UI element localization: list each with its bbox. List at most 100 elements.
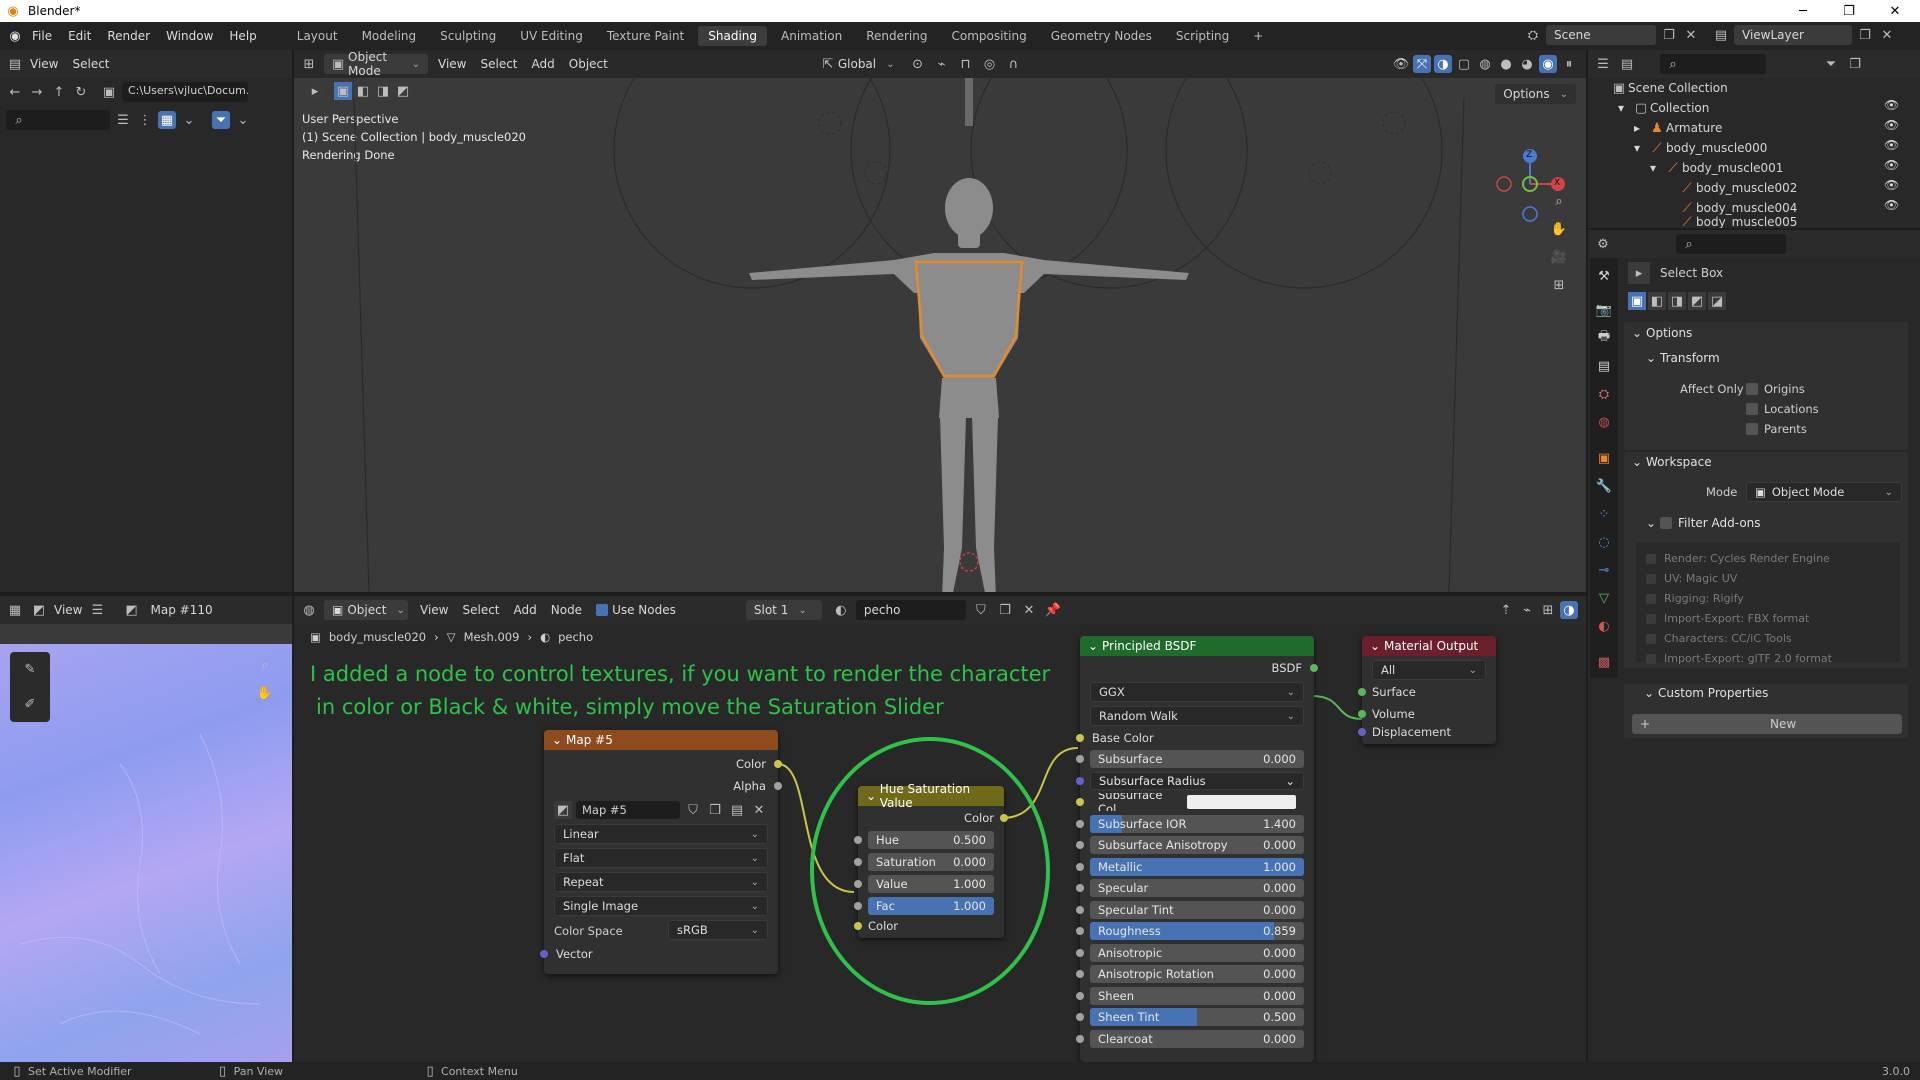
- new-scene-icon[interactable]: ❐: [1660, 26, 1678, 44]
- wireframe-shading-icon[interactable]: ◍: [1476, 55, 1494, 73]
- collapse-icon[interactable]: ⌄: [552, 733, 566, 747]
- bsdf-input-field[interactable]: Specular Tint 0.000: [1090, 900, 1304, 919]
- outliner-item-body-muscle005[interactable]: ⟋ body_muscle005: [1588, 216, 1920, 228]
- image-mode-icon[interactable]: ◩: [30, 601, 48, 619]
- vector-input-socket[interactable]: [540, 950, 548, 958]
- new-property-button[interactable]: + New: [1632, 714, 1902, 734]
- principled-bsdf-node[interactable]: ⌄Principled BSDF BSDF GGX Random Walk Ba…: [1076, 636, 1318, 1062]
- camera-icon[interactable]: 🎥: [1550, 248, 1568, 266]
- bsdf-input-socket[interactable]: [1076, 862, 1084, 871]
- workspace-mode-select[interactable]: ▣ Object Mode: [1746, 482, 1902, 502]
- bsdf-input-field[interactable]: Clearcoat 0.000: [1090, 1029, 1304, 1048]
- material-shading-icon[interactable]: ◕: [1518, 55, 1536, 73]
- data-tab-icon[interactable]: ▽: [1594, 588, 1614, 608]
- bsdf-input-field[interactable]: Anisotropic 0.000: [1090, 943, 1304, 962]
- bsdf-input-field[interactable]: Roughness 0.859: [1090, 922, 1304, 940]
- bsdf-input-field[interactable]: Subsurface Radius ⌄: [1090, 771, 1304, 790]
- tab-rendering[interactable]: Rendering: [856, 26, 937, 46]
- addon-item[interactable]: UV: Magic UV: [1646, 572, 1737, 585]
- expand-arrow-icon[interactable]: ▾: [1618, 101, 1632, 115]
- options-section-header[interactable]: ⌄ Options: [1632, 326, 1692, 340]
- editor-type-icon[interactable]: ⚙: [1594, 235, 1612, 253]
- scene-selector[interactable]: Scene: [1546, 25, 1656, 45]
- close-button[interactable]: ✕: [1872, 0, 1918, 22]
- bsdf-input-field[interactable]: Subsurface Col...: [1090, 793, 1304, 811]
- texture-tab-icon[interactable]: ▩: [1594, 652, 1614, 672]
- select-intersect-icon[interactable]: ◪: [1708, 292, 1726, 310]
- alpha-output-socket[interactable]: [774, 782, 782, 790]
- material-output-node[interactable]: ⌄Material Output All Surface Volume Disp…: [1358, 636, 1496, 744]
- world-tab-icon[interactable]: ◍: [1594, 412, 1614, 432]
- subsurface-method-select[interactable]: Random Walk: [1090, 706, 1304, 726]
- forward-icon[interactable]: →: [28, 83, 46, 101]
- new-folder-icon[interactable]: ▣: [100, 83, 118, 101]
- open-image-icon[interactable]: ▤: [728, 801, 746, 819]
- outliner-search-input[interactable]: ⌕: [1660, 54, 1766, 74]
- short-list-icon[interactable]: ⋮: [136, 111, 154, 129]
- view-layer-selector[interactable]: ViewLayer: [1734, 25, 1852, 45]
- eye-icon[interactable]: 👁: [1884, 198, 1899, 218]
- editor-type-icon[interactable]: ▦: [6, 601, 24, 619]
- bsdf-input-socket[interactable]: [1076, 841, 1084, 849]
- filter-addons-header[interactable]: ⌄ Filter Add-ons: [1646, 516, 1761, 530]
- outliner-item-body-muscle000[interactable]: ▾ ⟋ body_muscle000: [1588, 138, 1920, 158]
- tab-shading[interactable]: Shading: [698, 26, 767, 46]
- physics-tab-icon[interactable]: ◌: [1594, 532, 1614, 552]
- addon-checkbox[interactable]: [1646, 613, 1656, 624]
- fac-input-socket[interactable]: [854, 902, 862, 910]
- bsdf-output-socket[interactable]: [1310, 664, 1318, 672]
- bsdf-input-socket[interactable]: [1076, 905, 1084, 914]
- select-invert-icon[interactable]: ◩: [1688, 292, 1706, 310]
- affect-parents-checkbox[interactable]: Parents: [1746, 422, 1807, 436]
- image-browse-icon[interactable]: ◩: [122, 601, 140, 619]
- addon-checkbox[interactable]: [1646, 653, 1656, 664]
- display-dropdown-icon[interactable]: ⌄: [180, 111, 198, 129]
- parent-dir-icon[interactable]: ↑: [50, 83, 68, 101]
- select-subtract-icon[interactable]: ◨: [1668, 292, 1686, 310]
- hamburger-menu-icon[interactable]: ☰: [88, 601, 106, 619]
- outliner-root[interactable]: ▣ Scene Collection: [1588, 78, 1920, 98]
- bsdf-input-field[interactable]: Subsurface Anisotropy 0.000: [1090, 836, 1304, 854]
- color-output-socket[interactable]: [774, 760, 782, 768]
- checkbox-box[interactable]: [1746, 403, 1758, 415]
- pan-hand-icon[interactable]: ✋: [1550, 220, 1568, 238]
- bsdf-input-field[interactable]: Sheen 0.000: [1090, 986, 1304, 1005]
- path-field[interactable]: C:\Users\vjluc\Docum...: [122, 82, 248, 102]
- bsdf-input-socket[interactable]: [1076, 991, 1084, 1000]
- scene-tab-icon[interactable]: ⛭: [1594, 384, 1614, 404]
- tab-compositing[interactable]: Compositing: [941, 26, 1036, 46]
- color-swatch[interactable]: [1186, 795, 1296, 809]
- tab-animation[interactable]: Animation: [771, 26, 852, 46]
- output-tab-icon[interactable]: 🖶: [1594, 328, 1614, 348]
- file-search-input[interactable]: ⌕: [6, 110, 110, 130]
- hue-saturation-value-node[interactable]: ⌄ Hue Saturation Value Color Hue 0.500 Sat…: [854, 782, 1008, 938]
- blender-menu-icon[interactable]: ◉: [6, 27, 24, 45]
- addon-checkbox[interactable]: [1646, 593, 1656, 604]
- custom-properties-header[interactable]: ⌄ Custom Properties: [1644, 686, 1768, 700]
- source-select[interactable]: Single Image: [554, 896, 768, 916]
- menu-file[interactable]: File: [24, 29, 60, 43]
- affect-locations-checkbox[interactable]: Locations: [1746, 402, 1819, 416]
- image-name-field[interactable]: Map #5: [576, 801, 680, 819]
- collapse-icon[interactable]: ⌄: [866, 789, 880, 803]
- editor-type-icon[interactable]: ▤: [6, 55, 24, 73]
- gizmo-icon[interactable]: ⤧: [1413, 55, 1431, 73]
- 3d-viewport[interactable]: ⊞ ▣Object Mode View Select Add Object ⇱G…: [294, 50, 1586, 592]
- thumbnail-view-icon[interactable]: ▦: [158, 111, 176, 129]
- bsdf-input-socket[interactable]: [1076, 927, 1084, 935]
- image-texture-node[interactable]: ⌄ Map #5 Color Alpha ◩ Map #5 ⛉ ❐ ▤ ✕ Lin…: [540, 730, 782, 974]
- filter-icon[interactable]: ⏷: [212, 111, 230, 129]
- bsdf-input-field[interactable]: Sheen Tint 0.500: [1090, 1008, 1304, 1026]
- tab-sculpting[interactable]: Sculpting: [430, 26, 506, 46]
- image-name-field[interactable]: Map #110: [150, 603, 212, 617]
- base-color-input-socket[interactable]: [1076, 734, 1084, 742]
- interpolation-select[interactable]: Linear: [554, 824, 768, 844]
- value-slider[interactable]: Value 1.000: [868, 875, 994, 893]
- extension-select[interactable]: Repeat: [554, 872, 768, 892]
- bsdf-input-socket[interactable]: [1076, 776, 1084, 785]
- expand-arrow-icon[interactable]: ▾: [1650, 161, 1664, 175]
- bsdf-input-socket[interactable]: [1076, 1013, 1084, 1021]
- menu-render[interactable]: Render: [99, 29, 158, 43]
- outliner-item-body-muscle004[interactable]: ⟋ body_muscle004: [1588, 198, 1920, 218]
- eye-icon[interactable]: 👁: [1884, 118, 1899, 138]
